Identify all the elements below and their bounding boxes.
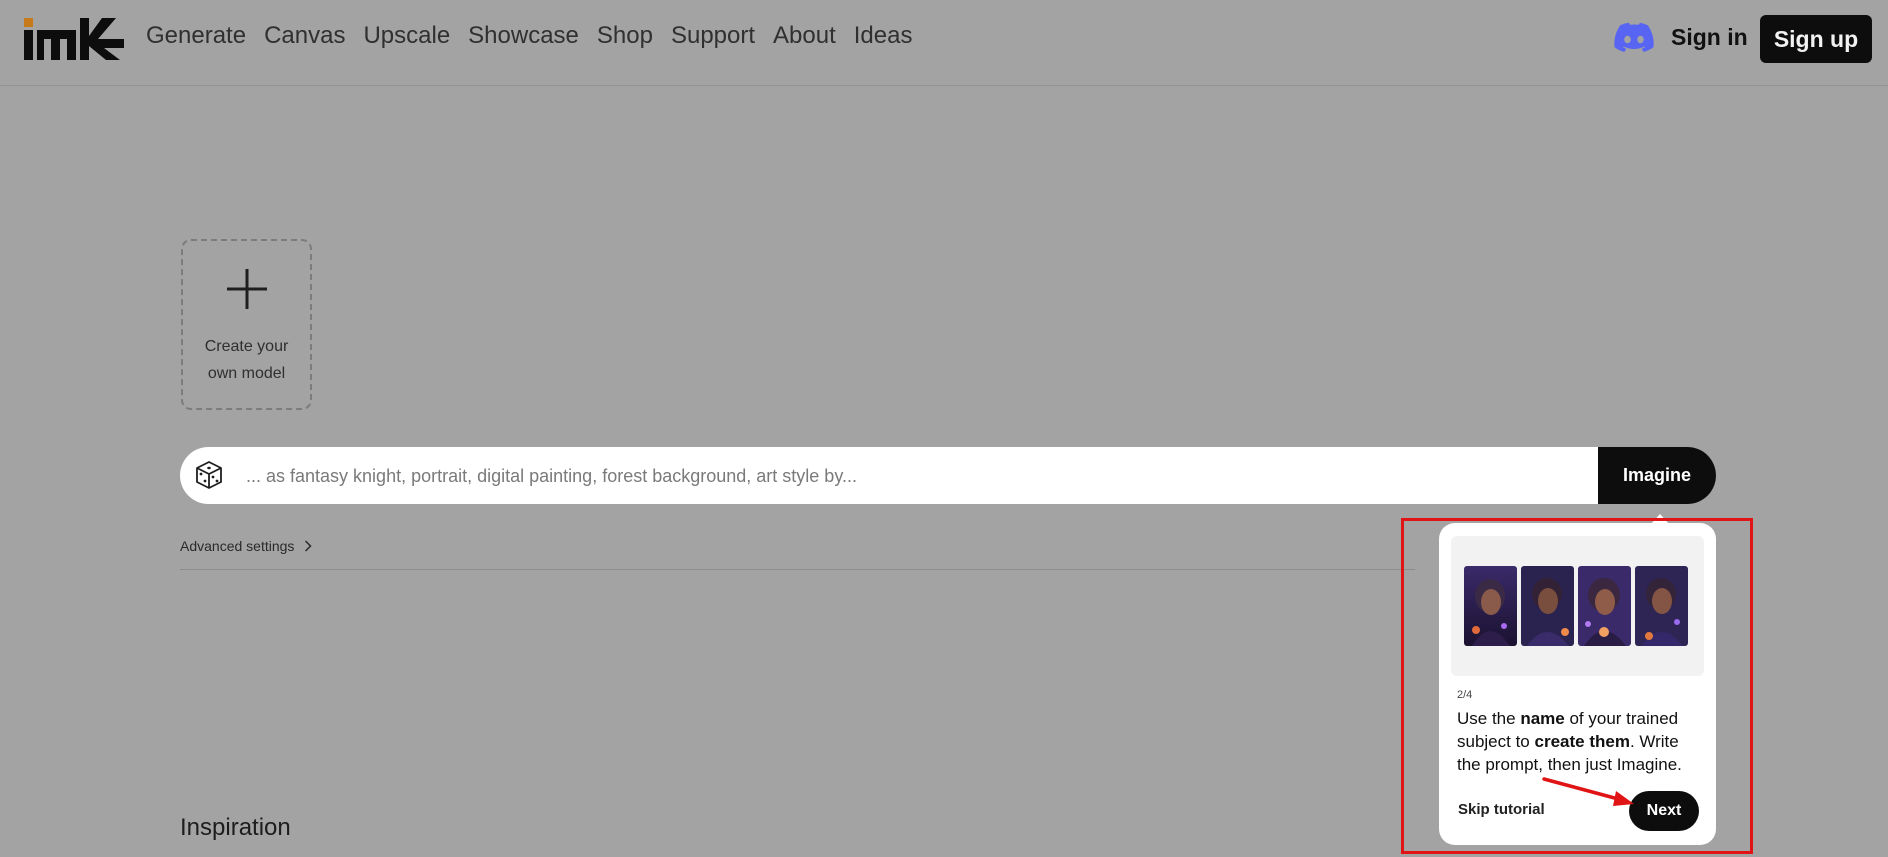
nav-showcase[interactable]: Showcase <box>468 22 579 50</box>
sign-up-button[interactable]: Sign up <box>1760 15 1872 63</box>
inspiration-heading: Inspiration <box>180 814 291 841</box>
sign-in-link[interactable]: Sign in <box>1671 24 1748 51</box>
dice-icon[interactable] <box>194 460 224 490</box>
page: Generate Canvas Upscale Showcase Shop Su… <box>0 0 1888 857</box>
nav-ideas[interactable]: Ideas <box>854 22 913 50</box>
nav-about[interactable]: About <box>773 22 836 50</box>
nav-shop[interactable]: Shop <box>597 22 653 50</box>
nav-support[interactable]: Support <box>671 22 755 50</box>
prompt-bar: Imagine <box>180 447 1716 504</box>
discord-icon[interactable] <box>1614 22 1654 54</box>
create-model-label: Create your own model <box>204 338 289 382</box>
advanced-settings-toggle[interactable]: Advanced settings <box>180 538 312 554</box>
brand-logo[interactable] <box>24 18 124 60</box>
nav-canvas[interactable]: Canvas <box>264 22 345 50</box>
divider <box>180 569 1415 570</box>
create-model-card[interactable]: Create your own model <box>181 239 312 410</box>
plus-icon <box>227 269 267 309</box>
chevron-right-icon <box>305 540 312 552</box>
imagine-button[interactable]: Imagine <box>1598 447 1716 504</box>
top-header: Generate Canvas Upscale Showcase Shop Su… <box>0 0 1888 86</box>
advanced-settings-label: Advanced settings <box>180 538 295 554</box>
main-nav: Generate Canvas Upscale Showcase Shop Su… <box>146 22 912 50</box>
nav-upscale[interactable]: Upscale <box>363 22 450 50</box>
prompt-input[interactable] <box>244 447 1578 504</box>
highlight-box-annotation <box>1401 518 1753 854</box>
nav-generate[interactable]: Generate <box>146 22 246 50</box>
